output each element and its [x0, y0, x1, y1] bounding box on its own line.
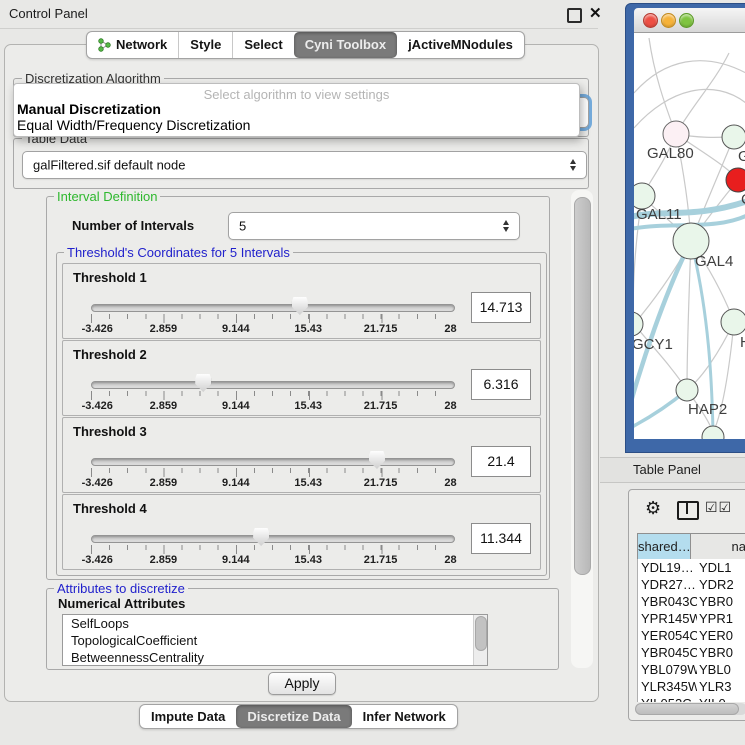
top-tab-bar: Network Style Select Cyni Toolbox jActiv… [86, 31, 525, 59]
popup-placeholder: Select algorithm to view settings [14, 87, 579, 102]
threshold-2-label: Threshold 2 [73, 347, 147, 362]
column-header-shared-name[interactable]: shared… [638, 534, 691, 559]
label-gal4: GAL4 [695, 253, 733, 270]
node-g[interactable] [722, 125, 745, 149]
table-row[interactable]: YPR145WYPR1 [638, 610, 745, 627]
threshold-3-slider[interactable] [91, 458, 455, 466]
table-row[interactable]: YBR045CYBR0 [638, 644, 745, 661]
number-of-intervals-label: Number of Intervals [72, 218, 194, 233]
threshold-2-slider-thumb[interactable] [195, 374, 211, 392]
numerical-attributes-label: Numerical Attributes [58, 596, 185, 611]
interval-definition-title: Interval Definition [54, 189, 160, 204]
table-row[interactable]: YER054CYER0 [638, 627, 745, 644]
node-gal80[interactable] [663, 121, 689, 147]
table-row[interactable]: YBL079WYBL0 [638, 661, 745, 678]
combo-arrows-icon[interactable] [570, 158, 577, 172]
network-icon [98, 38, 111, 52]
network-canvas[interactable]: GAL80 GAL11 GAL4 GCY1 HAP2 G C H [634, 33, 745, 439]
attributes-title: Attributes to discretize [54, 581, 188, 596]
tab-jactivemnodules[interactable]: jActiveMNodules [397, 32, 524, 58]
threshold-2-slider[interactable] [91, 381, 455, 389]
label-gcy1: GCY1 [634, 336, 673, 353]
apply-button[interactable]: Apply [268, 672, 336, 695]
table-row[interactable]: YIL052CYIL0 [638, 695, 745, 702]
threshold-1-label: Threshold 1 [73, 270, 147, 285]
panel-vscrollbar-thumb[interactable] [574, 197, 591, 575]
close-icon[interactable]: ✕ [589, 4, 602, 22]
tab-style[interactable]: Style [179, 32, 233, 58]
node-bottom[interactable] [702, 426, 724, 439]
threshold-4-box: Threshold 4 -3.4262.8599.14415.4321.7152… [62, 494, 541, 570]
list-vscrollbar-track[interactable] [473, 615, 487, 665]
minimize-traffic-button[interactable] [661, 13, 676, 28]
table-row[interactable]: YBR043CYBR0 [638, 593, 745, 610]
threshold-4-label: Threshold 4 [73, 501, 147, 516]
threshold-4-value-field[interactable]: 11.344 [471, 523, 531, 554]
tab-infer-network[interactable]: Infer Network [352, 705, 457, 728]
tab-impute-data[interactable]: Impute Data [140, 705, 236, 728]
threshold-3-box: Threshold 3 -3.4262.8599.14415.4321.7152… [62, 417, 541, 493]
threshold-4-slider[interactable] [91, 535, 455, 543]
threshold-4-slider-thumb[interactable] [253, 528, 269, 546]
threshold-1-slider-thumb[interactable] [292, 297, 308, 315]
node-h[interactable] [721, 309, 745, 335]
tab-select[interactable]: Select [233, 32, 293, 58]
float-window-icon[interactable] [567, 8, 582, 23]
threshold-1-value-field[interactable]: 14.713 [471, 292, 531, 323]
tab-network[interactable]: Network [87, 32, 179, 58]
table-body: YDL19…YDL1 YDR27…YDR2 YBR043CYBR0 YPR145… [637, 559, 745, 702]
threshold-3-value-field[interactable]: 21.4 [471, 446, 531, 477]
label-gal11: GAL11 [636, 206, 682, 223]
number-of-intervals-select[interactable]: 5 [228, 212, 520, 240]
popup-option-manual-discretization[interactable]: Manual Discretization [17, 101, 161, 117]
tab-cyni-toolbox[interactable]: Cyni Toolbox [294, 32, 397, 58]
tab-discretize-data[interactable]: Discretize Data [236, 705, 351, 728]
list-item-topologicalcoefficient[interactable]: TopologicalCoefficient [63, 632, 487, 649]
table-hscrollbar-thumb[interactable] [635, 703, 739, 715]
list-item-selfloops[interactable]: SelfLoops [63, 615, 487, 632]
column-header-name[interactable]: na [691, 534, 745, 559]
node-hap2[interactable] [676, 379, 698, 401]
threshold-3-label: Threshold 3 [73, 424, 147, 439]
zoom-traffic-button[interactable] [679, 13, 694, 28]
table-panel-titlebar: Table Panel [600, 457, 745, 483]
label-gal80: GAL80 [647, 145, 694, 162]
list-vscrollbar-thumb[interactable] [475, 616, 487, 651]
panel-title: Control Panel [9, 6, 88, 21]
table-header: shared… na [637, 533, 745, 560]
threshold-1-slider[interactable] [91, 304, 455, 312]
popup-option-equal-width[interactable]: Equal Width/Frequency Discretization [17, 117, 250, 133]
numerical-attributes-list: SelfLoops TopologicalCoefficient Between… [62, 614, 488, 666]
table-panel: ⚙ ☑☑ shared… na YDL19…YDL1 YDR27…YDR2 YB… [628, 489, 745, 721]
network-view-window[interactable]: GAL80 GAL11 GAL4 GCY1 HAP2 G C H [625, 3, 745, 453]
label-c: C [741, 191, 745, 208]
columns-icon[interactable] [677, 501, 699, 520]
node-red[interactable] [726, 168, 745, 192]
combo-arrows-icon[interactable] [503, 219, 510, 233]
select-columns-checkboxes-icon[interactable]: ☑☑ [705, 499, 732, 516]
table-hscrollbar-track[interactable] [635, 703, 745, 715]
algorithm-popup: Select algorithm to view settings Manual… [13, 83, 580, 137]
threshold-2-value-field[interactable]: 6.316 [471, 369, 531, 400]
label-h: H [740, 334, 745, 351]
table-panel-title: Table Panel [633, 462, 701, 477]
bottom-tab-bar: Impute Data Discretize Data Infer Networ… [139, 704, 458, 729]
close-traffic-button[interactable] [643, 13, 658, 28]
threshold-1-box: Threshold 1 -3.4262.8599.14415.4321.7152… [62, 263, 541, 339]
list-item-betweennesscentrality[interactable]: BetweennessCentrality [63, 649, 487, 666]
table-data-select[interactable]: galFiltered.sif default node [22, 151, 587, 179]
table-row[interactable]: YLR345WYLR3 [638, 678, 745, 695]
thresholds-title: Threshold's Coordinates for 5 Intervals [64, 245, 293, 260]
threshold-3-slider-thumb[interactable] [369, 451, 385, 469]
gear-icon[interactable]: ⚙ [645, 498, 661, 519]
label-g: G [738, 148, 745, 165]
control-panel-titlebar: Control Panel [0, 0, 598, 29]
threshold-2-box: Threshold 2 -3.4262.8599.14415.4321.7152… [62, 340, 541, 416]
network-window-titlebar[interactable] [634, 8, 745, 33]
label-hap2: HAP2 [688, 401, 727, 418]
table-row[interactable]: YDL19…YDL1 [638, 559, 745, 576]
table-row[interactable]: YDR27…YDR2 [638, 576, 745, 593]
